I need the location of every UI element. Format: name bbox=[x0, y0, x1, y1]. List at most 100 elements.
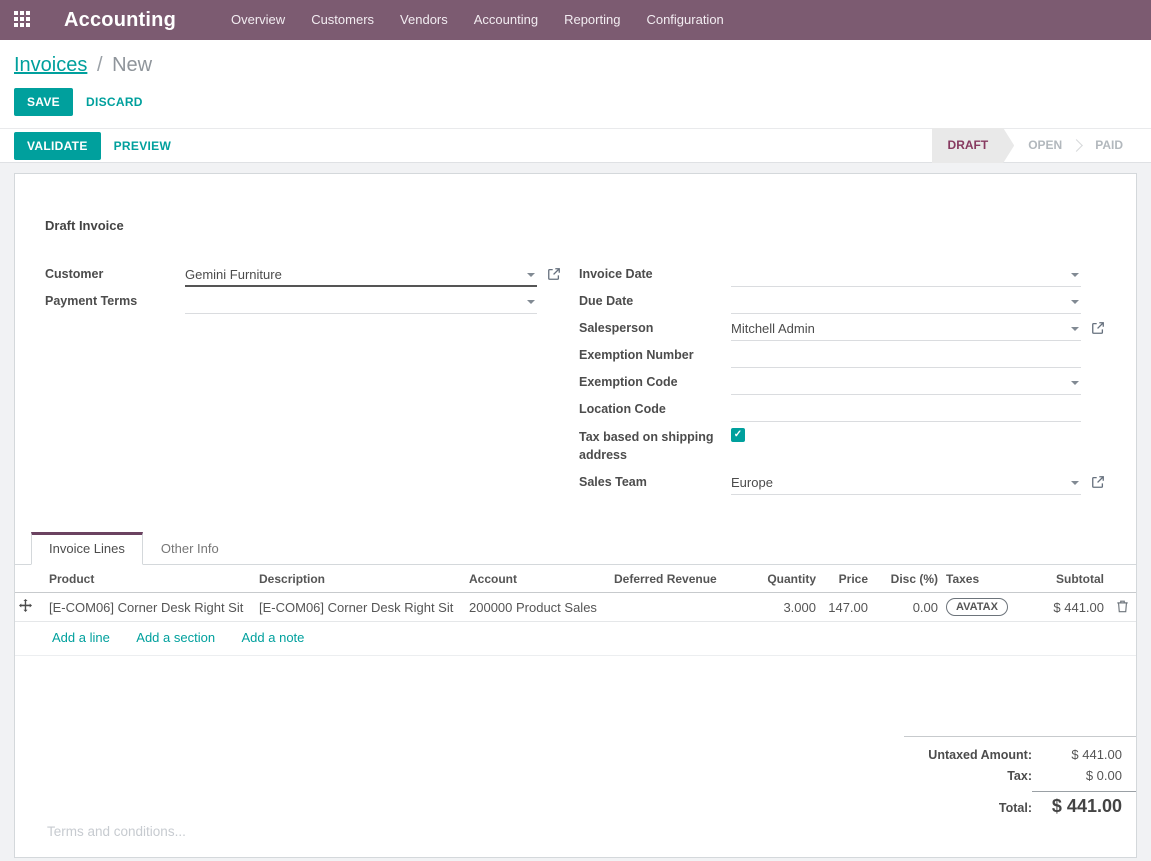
due-date-input[interactable] bbox=[731, 290, 1065, 311]
exemption-number-input[interactable] bbox=[731, 344, 1065, 365]
breadcrumb-separator: / bbox=[97, 54, 103, 76]
untaxed-amount-label: Untaxed Amount: bbox=[928, 748, 1032, 762]
table-add-links: Add a line Add a section Add a note bbox=[15, 622, 1136, 656]
invoice-date-input[interactable] bbox=[731, 263, 1065, 284]
nav-item-vendors[interactable]: Vendors bbox=[387, 0, 461, 40]
nav-menu: Overview Customers Vendors Accounting Re… bbox=[218, 0, 737, 40]
tab-invoice-lines[interactable]: Invoice Lines bbox=[31, 532, 143, 565]
cell-disc[interactable]: 0.00 bbox=[872, 593, 942, 622]
exemption-code-input[interactable] bbox=[731, 371, 1065, 392]
nav-item-reporting[interactable]: Reporting bbox=[551, 0, 633, 40]
exemption-number-input-wrap bbox=[731, 344, 1081, 368]
breadcrumb-invoices-link[interactable]: Invoices bbox=[14, 54, 87, 76]
chevron-down-icon[interactable] bbox=[1071, 327, 1079, 331]
untaxed-amount-value: $ 441.00 bbox=[1032, 747, 1136, 762]
field-customer: Customer bbox=[45, 263, 579, 290]
nav-item-customers[interactable]: Customers bbox=[298, 0, 387, 40]
due-date-input-wrap bbox=[731, 290, 1081, 314]
invoice-date-label: Invoice Date bbox=[579, 263, 731, 281]
field-location-code: Location Code bbox=[579, 398, 1106, 425]
cell-price[interactable]: 147.00 bbox=[820, 593, 872, 622]
table-row[interactable]: [E-COM06] Corner Desk Right Sit [E-COM06… bbox=[15, 593, 1136, 622]
nav-item-overview[interactable]: Overview bbox=[218, 0, 298, 40]
tax-label: Tax: bbox=[1007, 769, 1032, 783]
form-left-column: Customer Payment Terms bbox=[45, 263, 579, 498]
payment-terms-label: Payment Terms bbox=[45, 290, 185, 308]
cell-deferred-revenue[interactable] bbox=[610, 593, 740, 622]
control-panel-buttons: SAVE DISCARD bbox=[14, 88, 1137, 116]
save-button[interactable]: SAVE bbox=[14, 88, 73, 116]
due-date-label: Due Date bbox=[579, 290, 731, 308]
tax-value: $ 0.00 bbox=[1032, 768, 1136, 783]
terms-and-conditions-input[interactable] bbox=[45, 822, 1106, 842]
drag-handle-icon[interactable] bbox=[15, 593, 45, 622]
status-step-paid[interactable]: PAID bbox=[1081, 128, 1137, 163]
top-navbar: Accounting Overview Customers Vendors Ac… bbox=[0, 0, 1151, 40]
status-step-open[interactable]: OPEN bbox=[1014, 128, 1076, 163]
cell-account[interactable]: 200000 Product Sales bbox=[465, 593, 610, 622]
untaxed-amount-row: Untaxed Amount: $ 441.00 bbox=[904, 744, 1136, 765]
total-value: $ 441.00 bbox=[1032, 791, 1136, 817]
handle-column-header bbox=[15, 565, 45, 593]
location-code-input[interactable] bbox=[731, 398, 1065, 419]
preview-button[interactable]: PREVIEW bbox=[101, 132, 184, 160]
chevron-down-icon[interactable] bbox=[527, 273, 535, 277]
col-description: Description bbox=[255, 565, 465, 593]
cell-quantity[interactable]: 3.000 bbox=[740, 593, 820, 622]
field-tax-shipping: Tax based on shipping address ✓ bbox=[579, 425, 1106, 471]
field-salesperson: Salesperson bbox=[579, 317, 1106, 344]
col-taxes: Taxes bbox=[942, 565, 1030, 593]
delete-column-header bbox=[1108, 565, 1136, 593]
app-title[interactable]: Accounting bbox=[64, 9, 176, 32]
table-header-row: Product Description Account Deferred Rev… bbox=[15, 565, 1136, 593]
sales-team-external-link-icon[interactable] bbox=[1091, 475, 1105, 489]
nav-item-configuration[interactable]: Configuration bbox=[633, 0, 736, 40]
add-a-section-link[interactable]: Add a section bbox=[136, 630, 215, 645]
salesperson-external-link-icon[interactable] bbox=[1091, 321, 1105, 335]
customer-input[interactable] bbox=[185, 263, 521, 284]
tab-other-info[interactable]: Other Info bbox=[143, 532, 237, 565]
totals-block: Untaxed Amount: $ 441.00 Tax: $ 0.00 Tot… bbox=[904, 736, 1136, 820]
sales-team-input-wrap bbox=[731, 471, 1081, 495]
add-a-note-link[interactable]: Add a note bbox=[242, 630, 305, 645]
tax-badge[interactable]: AVATAX bbox=[946, 598, 1008, 616]
chevron-down-icon[interactable] bbox=[1071, 300, 1079, 304]
customer-external-link-icon[interactable] bbox=[547, 267, 561, 281]
status-pipeline: DRAFT OPEN PAID bbox=[932, 129, 1137, 162]
cell-description[interactable]: [E-COM06] Corner Desk Right Sit bbox=[255, 593, 465, 622]
tax-shipping-checkbox[interactable]: ✓ bbox=[731, 428, 745, 442]
form-fields: Customer Payment Terms bbox=[45, 263, 1106, 498]
breadcrumb: Invoices / New bbox=[14, 54, 1137, 77]
col-subtotal: Subtotal bbox=[1030, 565, 1108, 593]
tax-shipping-label: Tax based on shipping address bbox=[579, 425, 731, 464]
exemption-number-label: Exemption Number bbox=[579, 344, 731, 362]
chevron-down-icon[interactable] bbox=[1071, 481, 1079, 485]
notebook-tabs: Invoice Lines Other Info bbox=[15, 532, 1136, 565]
breadcrumb-current: New bbox=[112, 54, 152, 76]
nav-item-accounting[interactable]: Accounting bbox=[461, 0, 551, 40]
chevron-down-icon[interactable] bbox=[527, 300, 535, 304]
delete-line-trash-icon[interactable] bbox=[1108, 593, 1136, 622]
salesperson-input-wrap bbox=[731, 317, 1081, 341]
col-price: Price bbox=[820, 565, 872, 593]
exemption-code-label: Exemption Code bbox=[579, 371, 731, 389]
salesperson-label: Salesperson bbox=[579, 317, 731, 335]
invoice-state-title: Draft Invoice bbox=[45, 218, 1106, 233]
total-row: Total: $ 441.00 bbox=[904, 786, 1136, 820]
chevron-down-icon[interactable] bbox=[1071, 381, 1079, 385]
field-exemption-number: Exemption Number bbox=[579, 344, 1106, 371]
add-a-line-link[interactable]: Add a line bbox=[52, 630, 110, 645]
invoice-date-input-wrap bbox=[731, 263, 1081, 287]
sales-team-input[interactable] bbox=[731, 471, 1065, 492]
cell-product[interactable]: [E-COM06] Corner Desk Right Sit bbox=[45, 593, 255, 622]
cell-taxes[interactable]: AVATAX bbox=[942, 593, 1030, 622]
chevron-down-icon[interactable] bbox=[1071, 273, 1079, 277]
apps-grid-icon[interactable] bbox=[14, 11, 32, 29]
payment-terms-input[interactable] bbox=[185, 290, 521, 311]
col-account: Account bbox=[465, 565, 610, 593]
cell-subtotal[interactable]: $ 441.00 bbox=[1030, 593, 1108, 622]
discard-button[interactable]: DISCARD bbox=[73, 88, 156, 116]
salesperson-input[interactable] bbox=[731, 317, 1065, 338]
validate-button[interactable]: VALIDATE bbox=[14, 132, 101, 160]
status-step-draft[interactable]: DRAFT bbox=[932, 128, 1015, 163]
